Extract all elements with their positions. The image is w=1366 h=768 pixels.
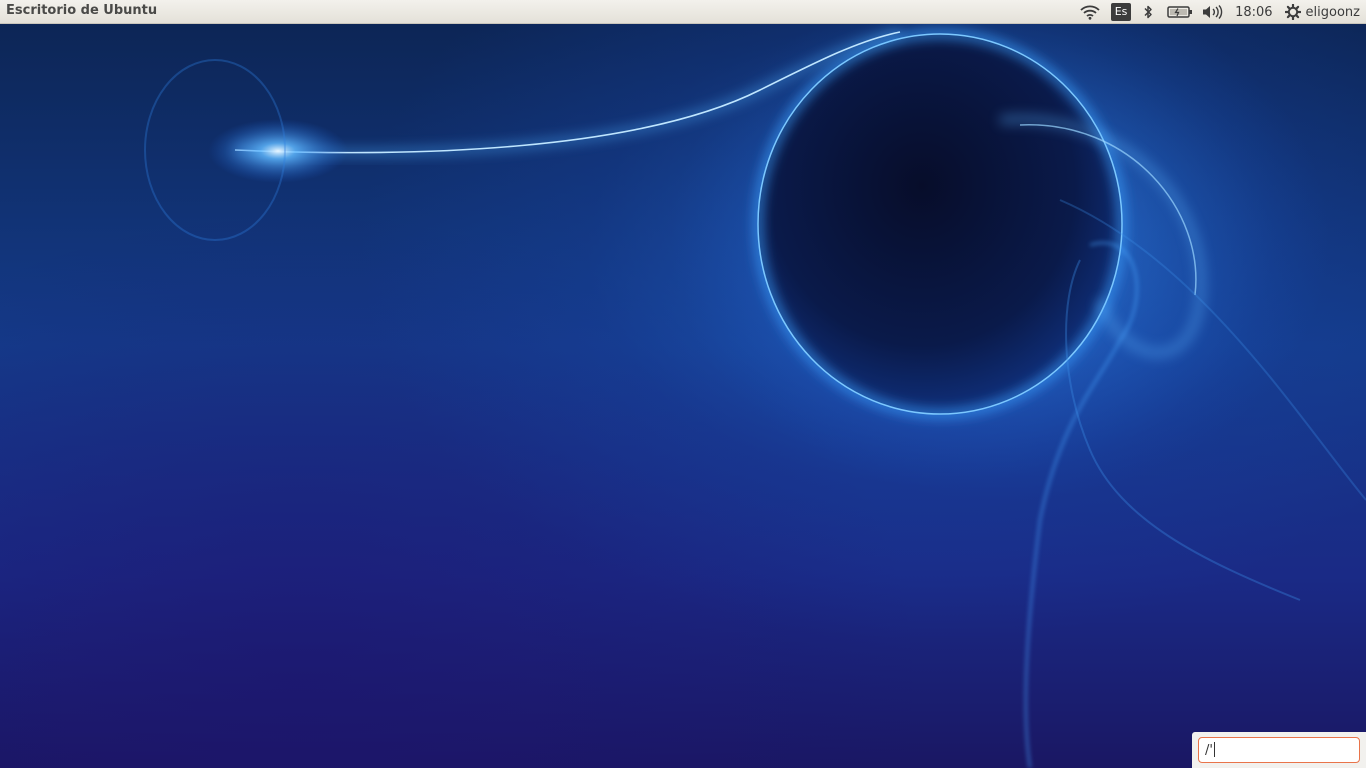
indicator-area: Es 18:06 eligoonz	[1075, 0, 1366, 24]
volume-icon[interactable]	[1199, 0, 1225, 24]
battery-icon[interactable]	[1165, 0, 1195, 24]
gear-icon	[1284, 4, 1301, 20]
wallpaper	[144, 0, 1366, 768]
window-title: Escritorio de Ubuntu	[6, 3, 158, 18]
clock[interactable]: 18:06	[1235, 0, 1272, 24]
user-name: eligoonz	[1305, 4, 1360, 20]
typeahead-input[interactable]: /'	[1198, 737, 1360, 763]
typeahead-find-popup: /'	[1192, 732, 1366, 768]
clock-text: 18:06	[1235, 4, 1273, 20]
typeahead-input-text: /'	[1205, 743, 1213, 758]
wifi-icon[interactable]	[1075, 0, 1105, 24]
text-caret	[1213, 742, 1215, 757]
top-panel: Escritorio de Ubuntu Es 18:06 eligoonz	[0, 0, 1366, 24]
keyboard-layout-indicator[interactable]: Es	[1109, 0, 1133, 24]
bluetooth-icon[interactable]	[1137, 0, 1159, 24]
desktop[interactable]	[0, 0, 1366, 768]
session-menu[interactable]: eligoonz	[1284, 0, 1360, 24]
keyboard-layout-label: Es	[1111, 3, 1132, 21]
